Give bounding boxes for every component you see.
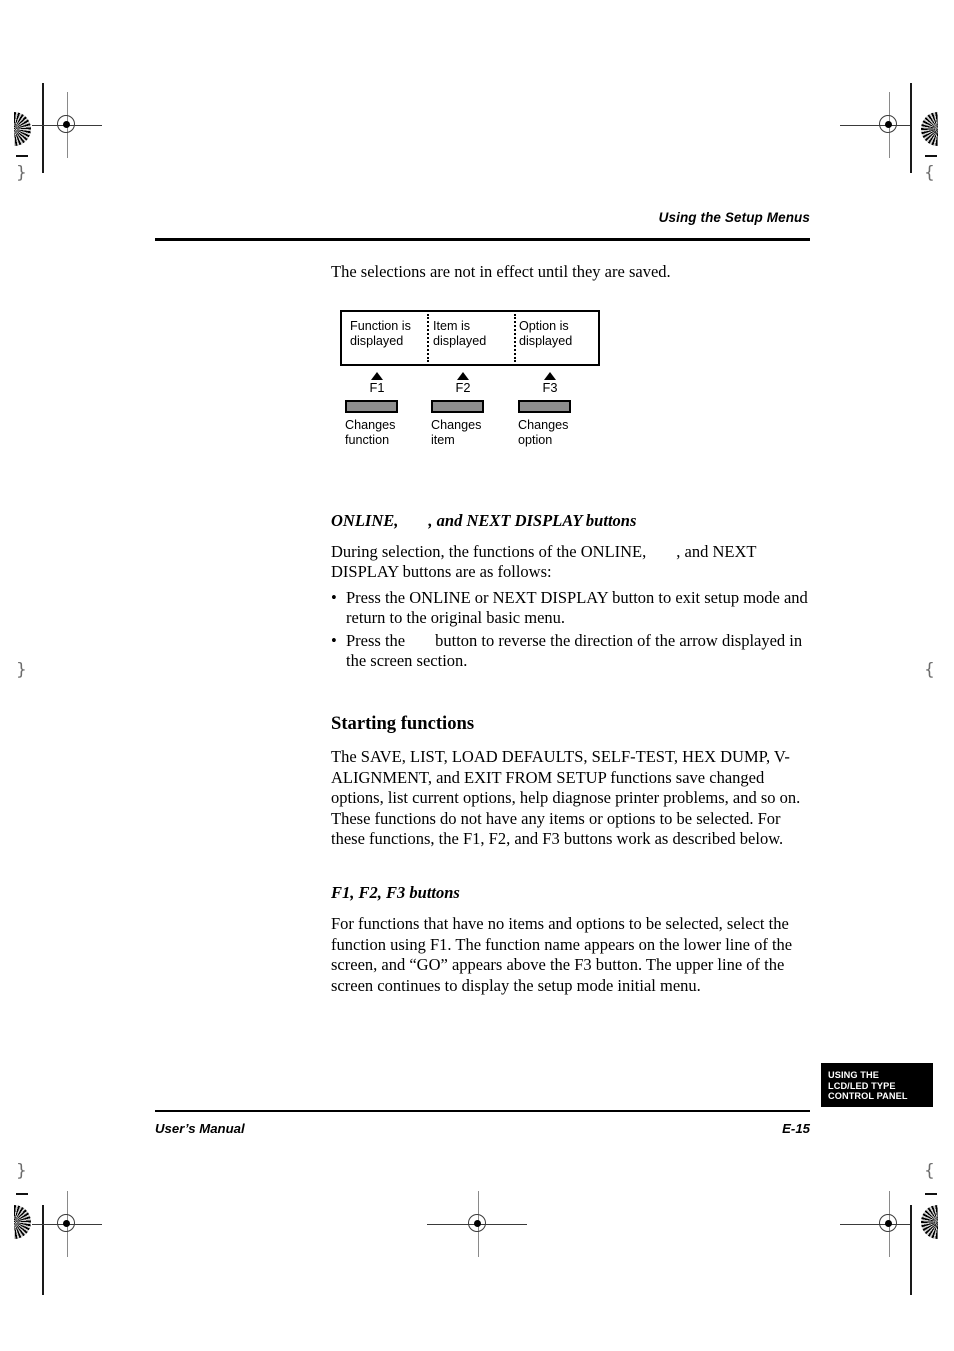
list-item: • Press the button to reverse the directio… [331, 631, 811, 672]
footer-rule [155, 1110, 810, 1112]
setup-menu-diagram: Function is displayed Item is displayed … [340, 310, 600, 464]
list-item: • Press the ONLINE or NEXT DISPLAY butto… [331, 588, 811, 629]
color-wedge-top-right [921, 112, 938, 146]
trim-dash-bottom-left [16, 1193, 28, 1195]
subheading-online-buttons: ONLINE, , and NEXT DISPLAY buttons [331, 511, 811, 531]
heading-starting-functions: Starting functions [331, 713, 475, 735]
function-key-label-f3: F3 [542, 380, 558, 395]
screen-cell-option-line1: Option is [519, 319, 569, 333]
caption-f3-line2: option [518, 433, 553, 448]
crop-line-top-left [42, 83, 44, 173]
caption-f1-line2: function [345, 433, 390, 448]
chapter-tab-line1: USING THE [828, 1070, 879, 1080]
color-wedge-bottom-left [14, 1205, 31, 1239]
subheading-f-buttons: F1, F2, F3 buttons [331, 883, 460, 903]
caption-f3: Changes option [518, 418, 600, 449]
subheading-online-part1: ONLINE, [331, 511, 399, 530]
paragraph-online-part1: During selection, the functions of the O… [331, 542, 647, 561]
intro-block: The selections are not in effect until t… [331, 262, 811, 282]
caption-f3-line1: Changes [518, 418, 569, 432]
keycap-f2[interactable] [431, 400, 484, 413]
chapter-tab-line2: LCD/LED TYPE [828, 1080, 896, 1091]
bracket-mark-top-right: { [924, 163, 935, 183]
bracket-mark-mid-right: { [924, 660, 935, 680]
registration-target-bottom-left [32, 1191, 102, 1257]
chapter-tab-badge: USING THE LCD/LED TYPE CONTROL PANEL [821, 1063, 933, 1107]
registration-target-top-left [32, 92, 102, 158]
bullet-text-2-part1: Press the [346, 630, 406, 650]
screen-cell-item-line1: Item is [433, 319, 471, 333]
screen-cell-function: Function is displayed [342, 312, 425, 364]
paragraph-f-buttons: For functions that have no items and opt… [331, 914, 793, 995]
caption-f1: Changes function [345, 418, 427, 449]
color-wedge-top-left [14, 112, 31, 146]
color-wedge-bottom-right [921, 1205, 938, 1239]
screen-cell-item-line2: displayed [433, 333, 487, 348]
bullet-text-2-part2: button to reverse the direction of the a… [346, 630, 803, 671]
screen-cell-item: Item is displayed [425, 312, 511, 364]
screen-divider-1 [427, 314, 429, 362]
caption-f2-line2: item [431, 433, 455, 448]
up-triangle-icon [544, 372, 556, 380]
bracket-mark-top-left: } [16, 163, 27, 183]
paragraph-online-buttons: During selection, the functions of the O… [331, 542, 811, 583]
footer-page-number: E-15 [782, 1121, 810, 1136]
crop-line-top-right [910, 83, 912, 173]
screen-divider-2 [514, 314, 516, 362]
paragraph-starting-functions: The SAVE, LIST, LOAD DEFAULTS, SELF-TEST… [331, 747, 801, 849]
function-key-label-f2: F2 [455, 380, 471, 395]
keycap-f1[interactable] [345, 400, 398, 413]
bracket-mark-bottom-right: { [924, 1161, 935, 1181]
bracket-mark-bottom-left: } [16, 1161, 27, 1181]
bullet-icon: • [331, 630, 337, 650]
function-key-label-f1: F1 [369, 380, 385, 395]
crop-line-bottom-left [42, 1205, 44, 1295]
screen-cell-function-line2: displayed [350, 333, 404, 348]
screen-cell-option-line2: displayed [519, 333, 573, 348]
trim-dash-top-right [925, 155, 937, 157]
manual-page: } { } { Using the Setup Menus The select… [0, 0, 954, 1351]
running-head: Using the Setup Menus [658, 210, 810, 225]
registration-target-bottom-center [427, 1191, 527, 1257]
online-buttons-bullet-list: • Press the ONLINE or NEXT DISPLAY butto… [331, 588, 811, 672]
bracket-mark-mid-left: } [16, 660, 27, 680]
registration-target-top-right [840, 92, 910, 158]
screen-cell-option: Option is displayed [511, 312, 598, 364]
bullet-text-1: Press the ONLINE or NEXT DISPLAY button … [346, 587, 808, 628]
subheading-online-part2: , and NEXT DISPLAY buttons [428, 511, 637, 530]
caption-f2: Changes item [431, 418, 513, 449]
display-screen-box: Function is displayed Item is displayed … [340, 310, 600, 366]
crop-line-bottom-right [910, 1205, 912, 1295]
trim-dash-top-left [16, 155, 28, 157]
caption-f1-line1: Changes [345, 418, 396, 432]
chapter-tab-line3: CONTROL PANEL [828, 1091, 908, 1102]
registration-target-bottom-right [840, 1191, 910, 1257]
keycap-f3[interactable] [518, 400, 571, 413]
function-button-row: F1 Changes function F2 Changes item F3 C… [340, 366, 600, 464]
main-text-column: ONLINE, , and NEXT DISPLAY buttons During… [331, 511, 811, 996]
up-triangle-icon [457, 372, 469, 380]
function-button-group-f2: F2 Changes item [426, 366, 513, 449]
header-rule [155, 238, 810, 242]
bullet-icon: • [331, 587, 337, 607]
screen-cell-function-line1: Function is [350, 319, 411, 333]
up-triangle-icon [371, 372, 383, 380]
caption-f2-line1: Changes [431, 418, 482, 432]
intro-paragraph: The selections are not in effect until t… [331, 262, 671, 281]
trim-dash-bottom-right [925, 1193, 937, 1195]
function-button-group-f3: F3 Changes option [513, 366, 600, 449]
function-button-group-f1: F1 Changes function [340, 366, 427, 449]
